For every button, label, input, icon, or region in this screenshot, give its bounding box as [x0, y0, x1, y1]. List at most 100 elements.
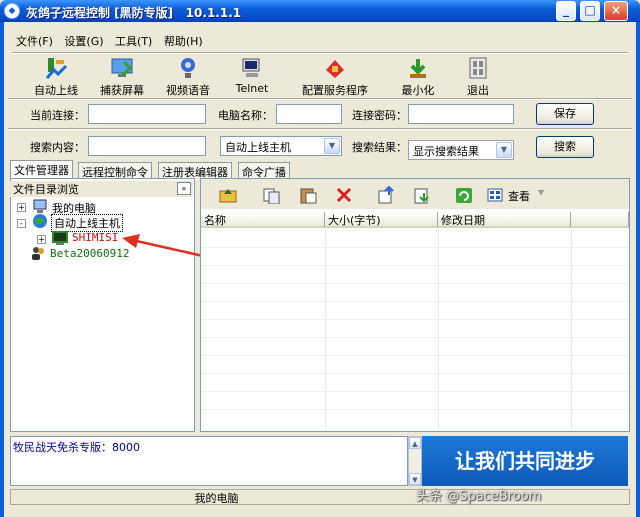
telnet-button[interactable]: Telnet: [232, 56, 272, 95]
menu-settings[interactable]: 设置(G): [64, 33, 103, 49]
auto-online-label: 自动上线: [34, 84, 78, 97]
title-bar[interactable]: ◆ 灰鸽子远程控制 [黑防专版] 10.1.1.1 _ □ ×: [0, 0, 640, 22]
config-server-button[interactable]: 配置服务程序: [296, 56, 374, 98]
menu-help[interactable]: 帮助(H): [164, 33, 203, 49]
collapse-node-icon[interactable]: -: [17, 219, 26, 228]
log-scrollbar[interactable]: ▲ ▼: [408, 436, 422, 486]
close-window-button[interactable]: ×: [604, 1, 628, 21]
grid-row-line: [201, 301, 629, 302]
chevron-down-icon[interactable]: ▼: [496, 142, 512, 158]
expand-icon[interactable]: +: [17, 203, 26, 212]
column-header-filler: [571, 212, 629, 228]
grid-row-line: [201, 265, 629, 266]
save-button[interactable]: 保存: [536, 103, 594, 125]
paste-icon[interactable]: [298, 186, 318, 204]
video-voice-button[interactable]: 视频语音: [162, 56, 214, 98]
minimize-icon: [406, 56, 430, 80]
menu-bar: 文件(F) 设置(G) 工具(T) 帮助(H): [16, 33, 211, 49]
tab-registry-editor[interactable]: 注册表编辑器: [158, 162, 232, 179]
grid-column-divider: [571, 230, 572, 430]
grid-row-line: [201, 373, 629, 374]
telnet-label: Telnet: [235, 82, 269, 95]
search-result-value: 显示搜索结果: [413, 145, 479, 158]
connection-password-field[interactable]: [408, 104, 514, 124]
video-voice-icon: [176, 56, 200, 80]
exit-button[interactable]: 退出: [460, 56, 496, 98]
column-header-modified[interactable]: 修改日期: [438, 212, 571, 228]
tree-item-shimisi[interactable]: SHIMISI: [72, 231, 118, 244]
computer-name-label: 电脑名称：: [218, 109, 273, 122]
log-line: 牧民战天免杀专版：8000: [13, 441, 140, 454]
tab-remote-commands[interactable]: 远程控制命令: [78, 162, 152, 179]
column-header-name[interactable]: 名称: [201, 212, 325, 228]
config-server-label: 配置服务程序: [302, 84, 368, 97]
up-folder-icon[interactable]: [218, 186, 238, 204]
minimize-tool-button[interactable]: 最小化: [394, 56, 442, 98]
watermark: 头条 @SpaceBroom: [416, 489, 542, 504]
menu-tools[interactable]: 工具(T): [115, 33, 152, 49]
exit-icon: [466, 56, 490, 80]
copy-icon[interactable]: [262, 186, 282, 204]
column-header-size[interactable]: 大小(字节): [325, 212, 438, 228]
grid-column-divider: [438, 230, 439, 430]
window-title: 灰鸽子远程控制 [黑防专版] 10.1.1.1: [26, 6, 242, 20]
grid-row-line: [201, 319, 629, 320]
auto-online-button[interactable]: 自动上线: [30, 56, 82, 98]
grid-row-line: [201, 283, 629, 284]
maximize-window-button[interactable]: □: [580, 1, 600, 21]
grid-column-divider: [325, 230, 326, 430]
expand-icon[interactable]: +: [37, 235, 46, 244]
minimize-window-button[interactable]: _: [556, 1, 576, 21]
grid-row-line: [201, 337, 629, 338]
grid-row-line: [201, 391, 629, 392]
view-icon[interactable]: [486, 186, 506, 204]
video-voice-label: 视频语音: [166, 84, 210, 97]
grid-row-line: [201, 247, 629, 248]
view-dropdown-icon[interactable]: ▼: [538, 188, 544, 197]
scroll-up-icon[interactable]: ▲: [409, 437, 421, 449]
exit-label: 退出: [467, 84, 489, 97]
toolbar-divider: [8, 98, 632, 100]
search-result-label: 搜索结果：: [352, 141, 407, 154]
log-output[interactable]: 牧民战天免杀专版：8000: [10, 436, 408, 486]
app-icon[interactable]: ◆: [4, 3, 20, 19]
download-icon[interactable]: [412, 186, 432, 204]
menu-file[interactable]: 文件(F): [16, 33, 53, 49]
tree-header: 文件目录浏览 «: [10, 181, 193, 197]
menu-divider: [12, 52, 628, 54]
search-button[interactable]: 搜索: [536, 136, 594, 158]
tab-command-broadcast[interactable]: 命令广播: [238, 162, 290, 179]
tree-header-label: 文件目录浏览: [13, 183, 79, 196]
capture-screen-button[interactable]: 捕获屏幕: [96, 56, 148, 98]
grid-row-line: [201, 409, 629, 410]
search-scope-value: 自动上线主机: [225, 141, 291, 154]
delete-icon[interactable]: [334, 186, 354, 204]
search-scope-select[interactable]: 自动上线主机 ▼: [220, 136, 342, 156]
auto-online-icon: [44, 56, 68, 80]
scroll-down-icon[interactable]: ▼: [409, 473, 421, 485]
tab-file-manager[interactable]: 文件管理器: [10, 160, 73, 178]
search-content-label: 搜索内容：: [30, 141, 85, 154]
capture-screen-label: 捕获屏幕: [100, 84, 144, 97]
current-connection-field[interactable]: [88, 104, 206, 124]
capture-screen-icon: [110, 56, 134, 80]
config-server-icon: [323, 56, 347, 80]
search-result-select[interactable]: 显示搜索结果 ▼: [408, 140, 514, 160]
users-icon: [32, 247, 44, 260]
globe-icon: [33, 214, 47, 228]
connection-divider: [8, 128, 632, 130]
current-connection-label: 当前连接：: [30, 109, 85, 122]
chevron-down-icon[interactable]: ▼: [324, 138, 340, 154]
computer-name-field[interactable]: [276, 104, 342, 124]
search-content-input[interactable]: [88, 136, 206, 156]
window-frame-right: [636, 22, 640, 517]
promo-banner: 让我们共同进步: [422, 436, 628, 486]
view-label[interactable]: 查看: [508, 188, 530, 204]
refresh-icon[interactable]: [454, 186, 474, 204]
upload-icon[interactable]: [376, 186, 396, 204]
host-computer-icon: [52, 231, 68, 245]
status-cell: 我的电脑: [11, 490, 423, 505]
collapse-icon[interactable]: «: [177, 182, 191, 195]
minimize-label: 最小化: [401, 84, 435, 97]
computer-icon: [33, 199, 47, 213]
